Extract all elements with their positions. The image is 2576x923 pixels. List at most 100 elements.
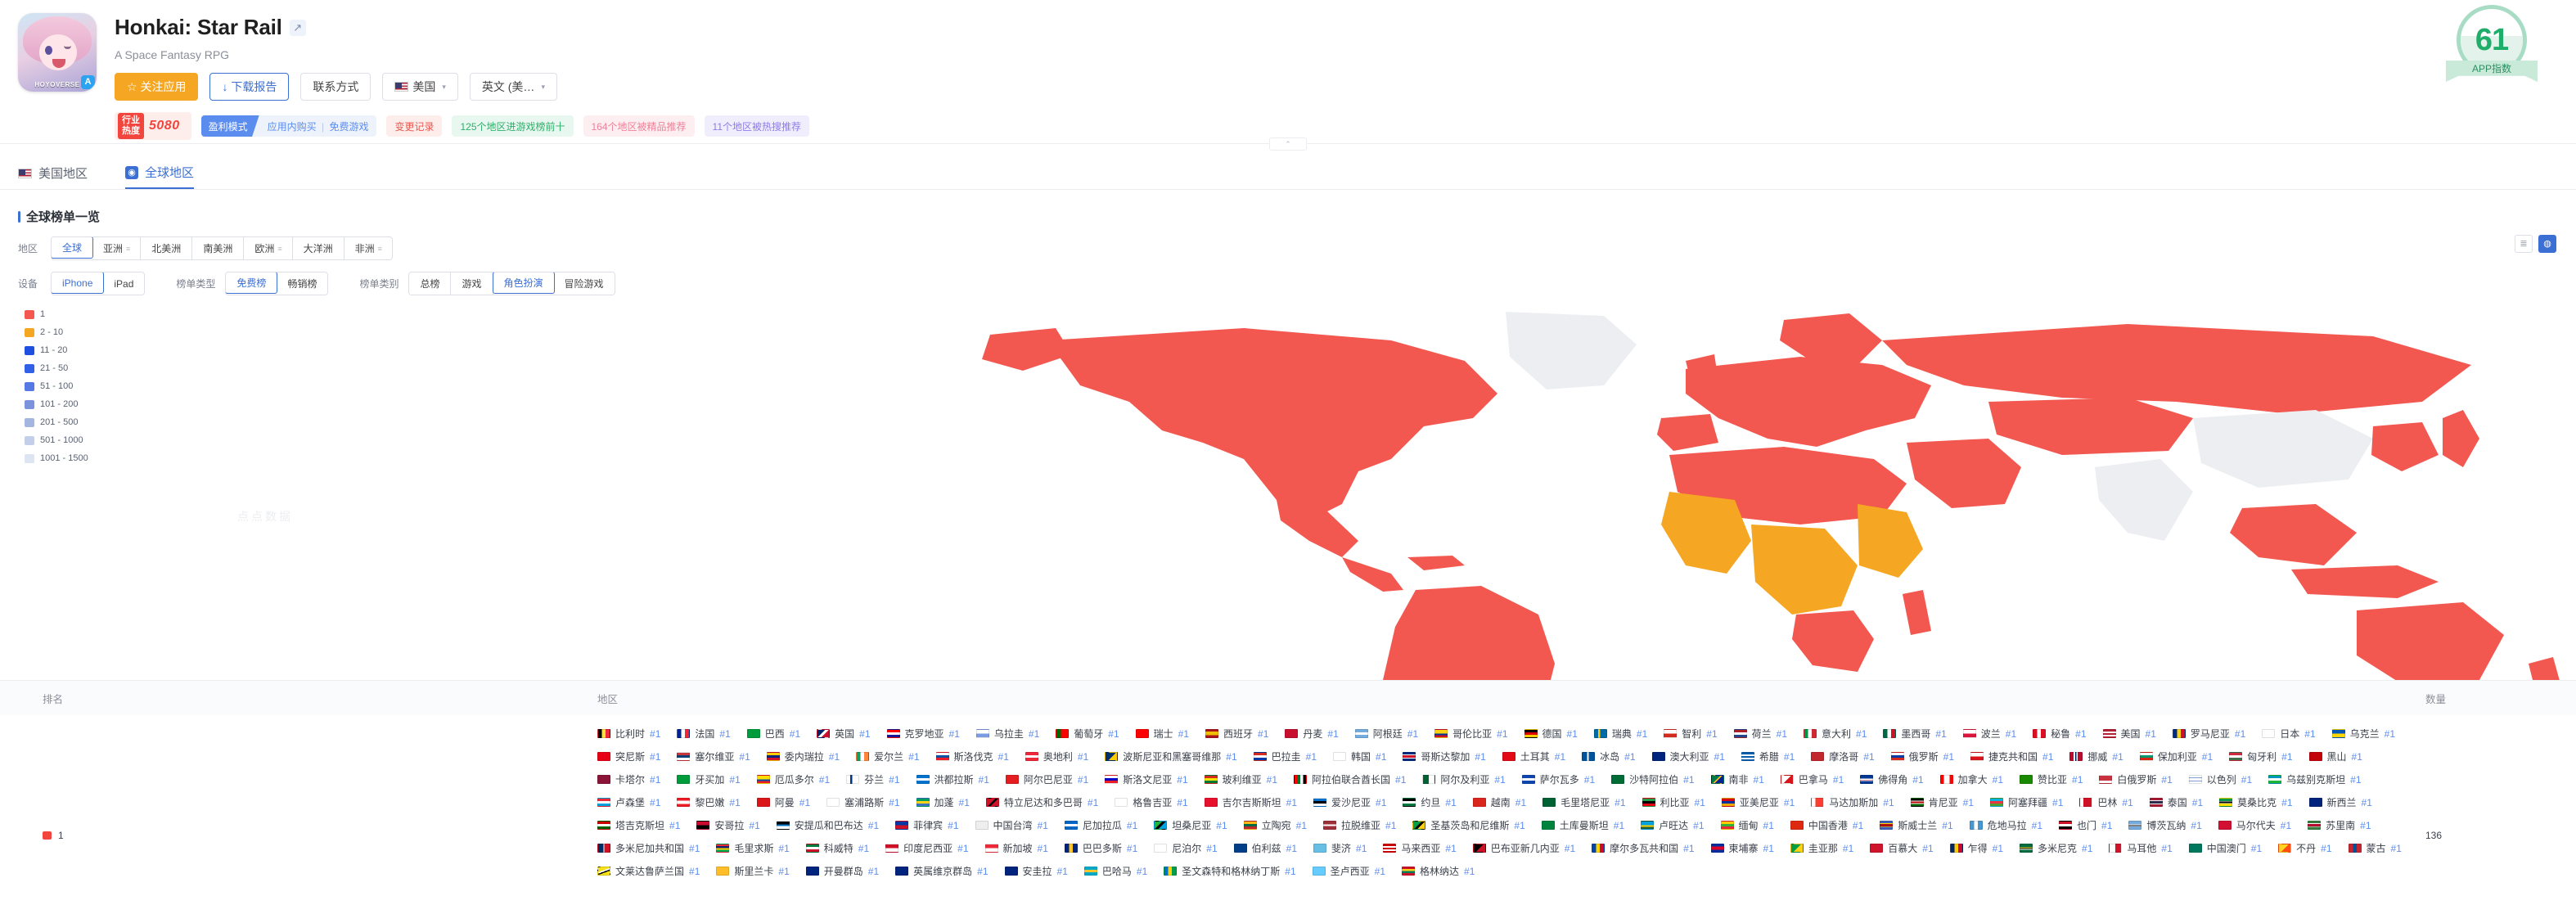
- region-chip[interactable]: 厄瓜多尔 #1: [756, 769, 830, 790]
- region-chip[interactable]: 卢旺达 #1: [1641, 815, 1705, 835]
- region-chip[interactable]: 利比亚 #1: [1642, 792, 1705, 813]
- region-chip[interactable]: 越南 #1: [1472, 792, 1526, 813]
- region-chip[interactable]: 乍得 #1: [1949, 838, 2003, 858]
- region-chip[interactable]: 坦桑尼亚 #1: [1154, 815, 1227, 835]
- region-chip[interactable]: 塔吉克斯坦 #1: [597, 815, 680, 835]
- world-map-svg[interactable]: [0, 295, 2576, 680]
- region-chip[interactable]: 德国 #1: [1524, 723, 1578, 744]
- region-chip[interactable]: 新加坡 #1: [984, 838, 1048, 858]
- region-chip[interactable]: 莫桑比克 #1: [2219, 792, 2293, 813]
- region-chip[interactable]: 保加利亚 #1: [2139, 746, 2213, 767]
- region-chip[interactable]: 巴林 #1: [2079, 792, 2133, 813]
- region-chip[interactable]: 波兰 #1: [1962, 723, 2016, 744]
- region-chip[interactable]: 沙特阿拉伯 #1: [1611, 769, 1695, 790]
- world-map[interactable]: 12 - 10 11 - 20 21 - 50 51 - 100 101 - 200 20…: [0, 295, 2576, 680]
- region-chip[interactable]: 多米尼加共和国 #1: [597, 838, 700, 858]
- region-chip[interactable]: 哥斯达黎加 #1: [1403, 746, 1486, 767]
- region-chip[interactable]: 墨西哥 #1: [1883, 723, 1947, 744]
- region-chip[interactable]: 加拿大 #1: [1939, 769, 2003, 790]
- region-chip[interactable]: 尼泊尔 #1: [1154, 838, 1218, 858]
- changelog-tag[interactable]: 变更记录: [386, 115, 443, 137]
- region-chip[interactable]: 奥地利 #1: [1025, 746, 1088, 767]
- region-chip[interactable]: 伯利兹 #1: [1233, 838, 1297, 858]
- region-chip[interactable]: 马达加斯加 #1: [1811, 792, 1894, 813]
- region-chip[interactable]: 波斯尼亚和黑塞哥维那 #1: [1105, 746, 1237, 767]
- region-chip[interactable]: 匈牙利 #1: [2229, 746, 2293, 767]
- region-chip[interactable]: 特立尼达和多巴哥 #1: [985, 792, 1098, 813]
- region-chip[interactable]: 法国 #1: [677, 723, 731, 744]
- region-chip[interactable]: 巴拉圭 #1: [1253, 746, 1317, 767]
- top-ten-regions-tag[interactable]: 125个地区进游戏榜前十: [452, 115, 574, 137]
- chart-type-option-grossing[interactable]: 畅销榜: [277, 272, 328, 295]
- region-chip[interactable]: 乌兹别克斯坦 #1: [2268, 769, 2362, 790]
- region-chip[interactable]: 比利时 #1: [597, 723, 660, 744]
- region-option-oceania[interactable]: 大洋洲: [292, 237, 345, 259]
- region-chip[interactable]: 瑞典 #1: [1593, 723, 1647, 744]
- region-chip[interactable]: 牙买加 #1: [677, 769, 741, 790]
- tab-global-region[interactable]: ◉ 全球地区: [125, 157, 195, 189]
- region-chip[interactable]: 阿拉伯联合酋长国 #1: [1294, 769, 1406, 790]
- language-selector[interactable]: 英文 (美… ▾: [469, 73, 557, 101]
- region-chip[interactable]: 斐济 #1: [1313, 838, 1367, 858]
- region-chip[interactable]: 马尔代夫 #1: [2218, 815, 2291, 835]
- region-chip[interactable]: 哥伦比亚 #1: [1434, 723, 1508, 744]
- region-chip[interactable]: 斯洛伐克 #1: [935, 746, 1009, 767]
- chart-category-option-adventure[interactable]: 冒险游戏: [553, 272, 615, 295]
- region-chip[interactable]: 斯里兰卡 #1: [716, 861, 790, 881]
- device-option-iphone[interactable]: iPhone: [52, 272, 105, 294]
- region-chip[interactable]: 瑞士 #1: [1135, 723, 1189, 744]
- region-option-europe[interactable]: 欧洲 ≡: [244, 237, 293, 259]
- chart-type-option-free[interactable]: 免费榜: [226, 272, 278, 294]
- region-chip[interactable]: 克罗地亚 #1: [886, 723, 960, 744]
- region-chip[interactable]: 爱尔兰 #1: [856, 746, 920, 767]
- region-chip[interactable]: 罗马尼亚 #1: [2172, 723, 2245, 744]
- monetization-tag[interactable]: 盈利模式 应用内购买 | 免费游戏: [200, 115, 377, 137]
- region-chip[interactable]: 芬兰 #1: [846, 769, 900, 790]
- region-chip[interactable]: 洪都拉斯 #1: [916, 769, 989, 790]
- region-chip[interactable]: 中国台湾 #1: [975, 815, 1048, 835]
- region-chip[interactable]: 阿曼 #1: [756, 792, 810, 813]
- region-chip[interactable]: 阿尔及利亚 #1: [1422, 769, 1506, 790]
- region-chip[interactable]: 南非 #1: [1710, 769, 1764, 790]
- region-chip[interactable]: 安圭拉 #1: [1004, 861, 1068, 881]
- region-chip[interactable]: 秘鲁 #1: [2033, 723, 2087, 744]
- download-report-button[interactable]: ↓ 下载报告: [209, 73, 290, 101]
- region-chip[interactable]: 土库曼斯坦 #1: [1541, 815, 1624, 835]
- region-chip[interactable]: 安哥拉 #1: [696, 815, 760, 835]
- region-chip[interactable]: 加蓬 #1: [916, 792, 970, 813]
- region-chip[interactable]: 缅甸 #1: [1720, 815, 1774, 835]
- region-chip[interactable]: 以色列 #1: [2188, 769, 2252, 790]
- featured-regions-tag[interactable]: 164个地区被精品推荐: [583, 115, 695, 137]
- region-chip[interactable]: 博茨瓦纳 #1: [2128, 815, 2202, 835]
- region-chip[interactable]: 摩尔多瓦共和国 #1: [1592, 838, 1695, 858]
- region-chip[interactable]: 苏里南 #1: [2308, 815, 2371, 835]
- region-chip[interactable]: 多米尼克 #1: [2020, 838, 2092, 858]
- region-chip[interactable]: 阿塞拜疆 #1: [1990, 792, 2063, 813]
- region-chip[interactable]: 亚美尼亚 #1: [1721, 792, 1795, 813]
- region-chip[interactable]: 冰岛 #1: [1582, 746, 1636, 767]
- chart-category-option-rpg[interactable]: 角色扮演: [492, 272, 555, 294]
- country-selector[interactable]: 美国 ▾: [382, 73, 458, 101]
- region-chip[interactable]: 科威特 #1: [805, 838, 869, 858]
- region-chip[interactable]: 柬埔寨 #1: [1710, 838, 1774, 858]
- region-chip[interactable]: 拉脱维亚 #1: [1323, 815, 1396, 835]
- region-chip[interactable]: 塞尔维亚 #1: [677, 746, 750, 767]
- region-option-asia[interactable]: 亚洲 ≡: [92, 237, 142, 259]
- chart-category-option-games[interactable]: 游戏: [451, 272, 493, 295]
- chart-category-option-overall[interactable]: 总榜: [409, 272, 452, 295]
- region-chip[interactable]: 美国 #1: [2102, 723, 2156, 744]
- region-chip[interactable]: 荷兰 #1: [1733, 723, 1787, 744]
- region-chip[interactable]: 马来西亚 #1: [1383, 838, 1457, 858]
- region-chip[interactable]: 卡塔尔 #1: [597, 769, 660, 790]
- region-chip[interactable]: 斯威士兰 #1: [1880, 815, 1953, 835]
- region-chip[interactable]: 阿根廷 #1: [1354, 723, 1418, 744]
- region-chip[interactable]: 土耳其 #1: [1502, 746, 1565, 767]
- region-chip[interactable]: 俄罗斯 #1: [1890, 746, 1954, 767]
- region-chip[interactable]: 中国香港 #1: [1790, 815, 1863, 835]
- region-chip[interactable]: 立陶宛 #1: [1243, 815, 1307, 835]
- region-chip[interactable]: 阿尔巴尼亚 #1: [1005, 769, 1088, 790]
- region-chip[interactable]: 危地马拉 #1: [1969, 815, 2042, 835]
- region-chip[interactable]: 百慕大 #1: [1870, 838, 1934, 858]
- region-chip[interactable]: 乌克兰 #1: [2331, 723, 2395, 744]
- region-chip[interactable]: 斯洛文尼亚 #1: [1105, 769, 1188, 790]
